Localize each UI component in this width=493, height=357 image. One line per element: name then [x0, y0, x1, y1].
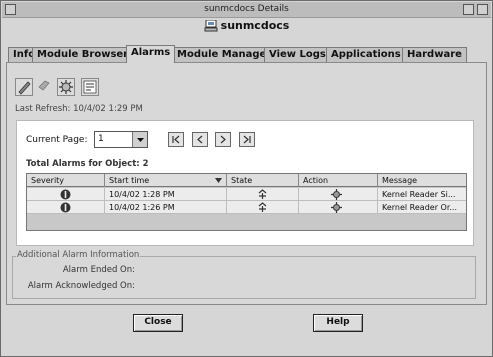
- help-button[interactable]: Help: [313, 314, 363, 332]
- delete-icon: [38, 80, 50, 91]
- last-page-icon: [243, 135, 251, 144]
- close-button[interactable]: Close: [133, 314, 183, 332]
- additional-info-legend: Additional Alarm Information: [16, 250, 141, 260]
- start-time-cell: 10/4/02 1:28 PM: [105, 188, 227, 201]
- acknowledge-button[interactable]: [15, 78, 33, 96]
- filter-icon: [83, 80, 97, 94]
- action-gear-icon[interactable]: [331, 189, 342, 200]
- title-bar[interactable]: sunmcdocs Details: [2, 2, 491, 18]
- severity-cell: [27, 188, 105, 201]
- critical-severity-icon: [60, 202, 71, 213]
- tab-hardware[interactable]: Hardware: [402, 47, 467, 62]
- next-page-icon: [220, 135, 226, 144]
- first-page-button[interactable]: [168, 132, 184, 147]
- alarms-table: Severity Start time State Action Message: [26, 173, 467, 231]
- host-icon: [204, 19, 218, 31]
- alarm-ended-label: Alarm Ended On:: [62, 265, 135, 275]
- table-row[interactable]: 10/4/02 1:28 PM Kernel Reader Si...: [27, 188, 466, 201]
- action-gear-icon[interactable]: [331, 202, 342, 213]
- previous-page-button[interactable]: [192, 132, 208, 147]
- total-alarms-text: Total Alarms for Object: 2: [26, 159, 149, 169]
- tab-module-manager[interactable]: Module Manager: [172, 47, 277, 62]
- current-page-select[interactable]: 1: [94, 131, 148, 148]
- current-page-value: 1: [98, 134, 104, 144]
- table-header: Severity Start time State Action Message: [27, 174, 466, 187]
- column-start-time-label: Start time: [109, 176, 150, 185]
- tab-module-browser[interactable]: Module Browser: [32, 47, 134, 62]
- chevron-down-icon[interactable]: [132, 132, 147, 147]
- alarm-list-area: Current Page: 1 Total Alarms for Object:…: [16, 120, 474, 246]
- fix-button[interactable]: [57, 78, 75, 96]
- host-header: sunmcdocs: [1, 19, 492, 35]
- fix-icon: [59, 80, 73, 94]
- action-cell: [299, 188, 378, 201]
- filter-button[interactable]: [81, 78, 99, 96]
- tab-alarms[interactable]: Alarms: [126, 45, 176, 63]
- open-state-icon: [258, 202, 267, 212]
- additional-alarm-info-group: Additional Alarm Information Alarm Ended…: [12, 250, 476, 299]
- column-start-time[interactable]: Start time: [105, 174, 227, 187]
- severity-cell: [27, 201, 105, 214]
- state-cell: [227, 201, 299, 214]
- window-title: sunmcdocs Details: [204, 4, 289, 14]
- column-state[interactable]: State: [227, 174, 299, 187]
- tab-applications[interactable]: Applications: [326, 47, 406, 62]
- critical-severity-icon: [60, 189, 71, 200]
- open-state-icon: [258, 189, 267, 199]
- tab-view-logs[interactable]: View Logs: [264, 47, 331, 62]
- state-cell: [227, 188, 299, 201]
- current-page-label: Current Page:: [26, 135, 88, 145]
- first-page-icon: [172, 135, 180, 144]
- column-message[interactable]: Message: [378, 174, 466, 187]
- table-row[interactable]: 10/4/02 1:26 PM Kernel Reader Or...: [27, 201, 466, 214]
- alarms-panel: Last Refresh: 10/4/02 1:29 PM Current Pa…: [6, 62, 487, 305]
- next-page-button[interactable]: [215, 132, 231, 147]
- alarm-acknowledged-label: Alarm Acknowledged On:: [27, 281, 135, 291]
- maximize-button[interactable]: [477, 4, 488, 15]
- start-time-cell: 10/4/02 1:26 PM: [105, 201, 227, 214]
- acknowledge-icon: [18, 81, 31, 95]
- previous-page-icon: [197, 135, 203, 144]
- last-refresh-text: Last Refresh: 10/4/02 1:29 PM: [15, 104, 143, 114]
- column-severity[interactable]: Severity: [27, 174, 105, 187]
- host-name: sunmcdocs: [220, 19, 290, 32]
- delete-button[interactable]: [36, 78, 54, 96]
- message-cell: Kernel Reader Si...: [382, 190, 456, 199]
- action-cell: [299, 201, 378, 214]
- message-cell: Kernel Reader Or...: [382, 203, 458, 212]
- last-page-button[interactable]: [239, 132, 255, 147]
- sort-descending-icon: [215, 178, 222, 183]
- minimize-button[interactable]: [463, 4, 474, 15]
- details-window: sunmcdocs Details sunmcdocs Info Module …: [0, 0, 493, 357]
- column-action[interactable]: Action: [299, 174, 378, 187]
